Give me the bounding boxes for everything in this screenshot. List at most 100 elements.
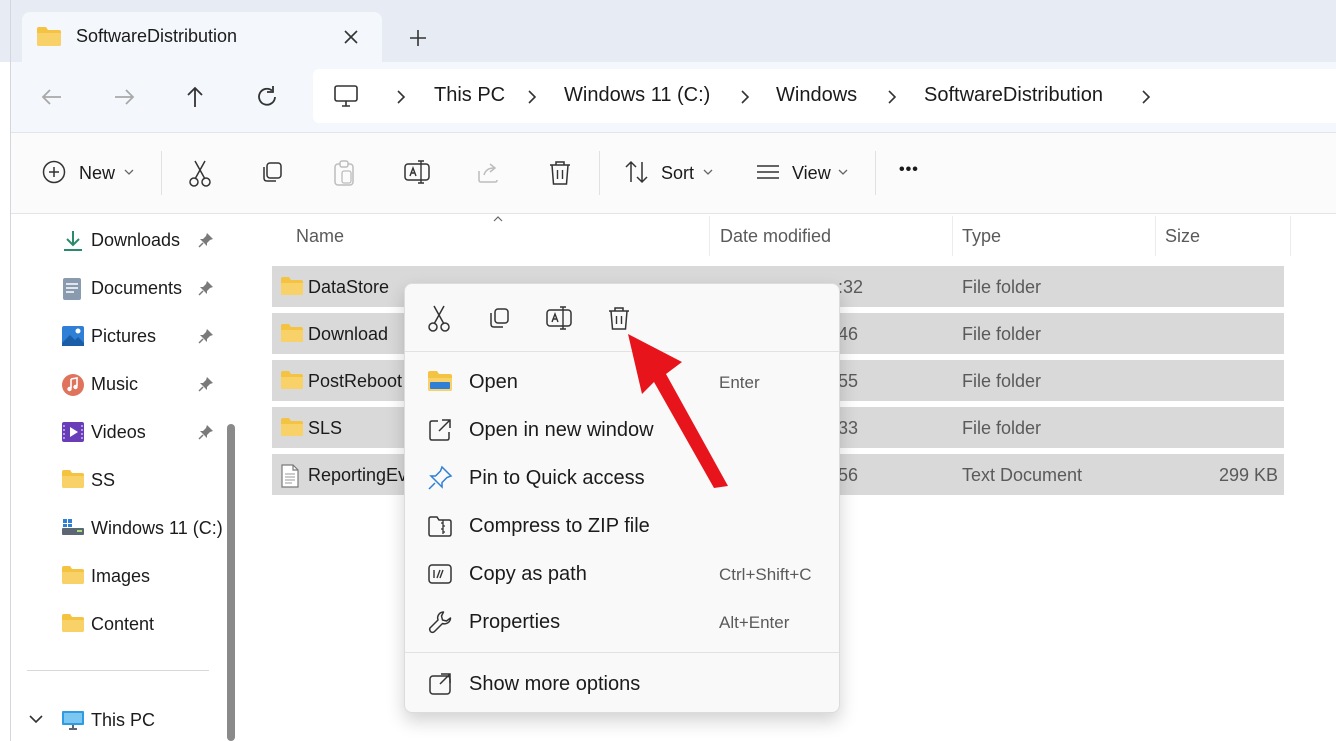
pin-icon[interactable] [198,232,214,248]
sidebar-item-pictures[interactable]: Pictures [61,318,241,354]
sidebar-item-label: Music [91,374,139,394]
tab-softwaredistribution[interactable]: SoftwareDistribution [22,12,382,62]
pin-icon[interactable] [198,376,214,392]
breadcrumb-windows[interactable]: Windows [776,84,857,107]
breadcrumb-windows-11-c[interactable]: Windows 11 (C:) [564,84,710,107]
sidebar-item-videos[interactable]: Videos [61,414,241,450]
chevron-down-icon[interactable] [702,167,714,197]
file-name: SLS [308,418,343,438]
pin-icon[interactable] [198,328,214,344]
up-arrow-icon[interactable] [180,82,210,112]
view-lines-icon[interactable] [755,159,781,189]
file-name: ReportingEv [308,465,408,485]
folder-icon [280,276,304,296]
column-divider[interactable] [952,216,953,256]
annotation-arrow [610,320,740,495]
sidebar-item-images[interactable]: Images [61,558,241,594]
file-type: File folder [962,324,1042,344]
cut-scissors-icon[interactable] [187,159,213,189]
chevron-right-icon[interactable] [395,89,407,105]
wrench-icon [427,609,453,635]
file-size: 299 KB [1218,465,1278,485]
cut-scissors-icon[interactable] [423,302,455,334]
menu-item-copy-as-path[interactable]: Copy as path Ctrl+Shift+C [405,552,839,596]
chevron-down-icon[interactable] [123,167,135,197]
sort-label[interactable]: Sort [661,163,694,184]
menu-item-shortcut: Ctrl+Shift+C [719,565,812,584]
sidebar-scrollbar[interactable] [227,424,235,741]
plus-circle-icon [42,160,66,184]
address-bar[interactable]: This PC Windows 11 (C:) Windows Software… [313,69,1336,123]
paste-clipboard-icon[interactable] [331,159,357,189]
file-name: DataStore [308,277,390,297]
chevron-down-icon[interactable] [27,712,45,726]
view-label[interactable]: View [792,163,831,184]
menu-item-label: Compress to ZIP file [469,515,650,537]
file-type: File folder [962,371,1042,391]
pin-icon[interactable] [198,280,214,296]
pin-icon[interactable] [198,424,214,440]
menu-item-show-more-options[interactable]: Show more options [405,662,839,706]
chevron-right-icon[interactable] [526,89,538,105]
text-file-icon [280,464,300,488]
menu-item-properties[interactable]: Properties Alt+Enter [405,600,839,644]
column-header-date-modified[interactable]: Date modified [720,226,831,247]
toolbar-divider [161,151,162,195]
chevron-right-icon[interactable] [886,89,898,105]
column-divider[interactable] [709,216,710,256]
sidebar-divider [27,670,209,671]
folder-icon [280,323,304,343]
breadcrumb-this-pc[interactable]: This PC [434,84,505,107]
sort-ascending-caret-icon [491,214,505,224]
column-header-name[interactable]: Name [296,226,344,247]
sidebar-item-windows-11-c[interactable]: Windows 11 (C:) [61,510,241,546]
folder-icon [61,565,85,585]
new-tab-plus-icon[interactable] [402,22,434,54]
breadcrumb-softwaredistribution[interactable]: SoftwareDistribution [924,84,1103,107]
open-new-window-icon [427,417,453,443]
copy-icon[interactable] [483,302,515,334]
file-date: 55 [838,371,859,391]
menu-item-compress-to-zip[interactable]: Compress to ZIP file [405,504,839,548]
music-icon [61,373,85,397]
rename-icon[interactable] [403,159,431,189]
menu-divider [405,652,839,653]
column-divider[interactable] [1290,216,1291,256]
copy-icon[interactable] [259,159,285,189]
sort-icon[interactable] [623,159,651,189]
more-options-ellipsis-icon[interactable]: ••• [899,161,919,179]
share-icon[interactable] [475,159,501,189]
navigation-bar: This PC Windows 11 (C:) Windows Software… [11,62,1336,133]
new-label[interactable]: New [79,163,115,184]
menu-item-label: Open [469,371,518,393]
forward-arrow-icon[interactable] [109,82,139,112]
chevron-right-icon[interactable] [1140,89,1152,105]
back-arrow-icon[interactable] [37,82,67,112]
title-bar: SoftwareDistribution [0,0,1336,62]
delete-trash-icon[interactable] [547,159,573,189]
sidebar-item-label: This PC [91,710,156,730]
sidebar-item-music[interactable]: Music [61,366,241,402]
sidebar-item-downloads[interactable]: Downloads [61,222,241,258]
sidebar-item-label: Content [91,614,155,634]
column-divider[interactable] [1155,216,1156,256]
column-header-size[interactable]: Size [1165,226,1200,247]
close-icon[interactable] [338,24,364,50]
refresh-icon[interactable] [252,82,282,112]
file-date: :32 [838,277,864,297]
chevron-down-icon[interactable] [837,167,849,197]
sidebar-item-ss[interactable]: SS [61,462,241,498]
sidebar-item-content[interactable]: Content [61,606,241,642]
new-button[interactable] [41,159,67,189]
sidebar-item-documents[interactable]: Documents [61,270,241,306]
folder-icon [61,613,85,633]
file-name: Download [308,324,389,344]
sidebar-item-this-pc[interactable]: This PC [61,702,241,738]
rename-icon[interactable] [543,302,575,334]
file-type: File folder [962,277,1042,297]
chevron-right-icon[interactable] [739,89,751,105]
column-header-type[interactable]: Type [962,226,1001,247]
file-type: File folder [962,418,1042,438]
folder-icon [280,417,304,437]
sidebar-item-label: Videos [91,422,146,442]
